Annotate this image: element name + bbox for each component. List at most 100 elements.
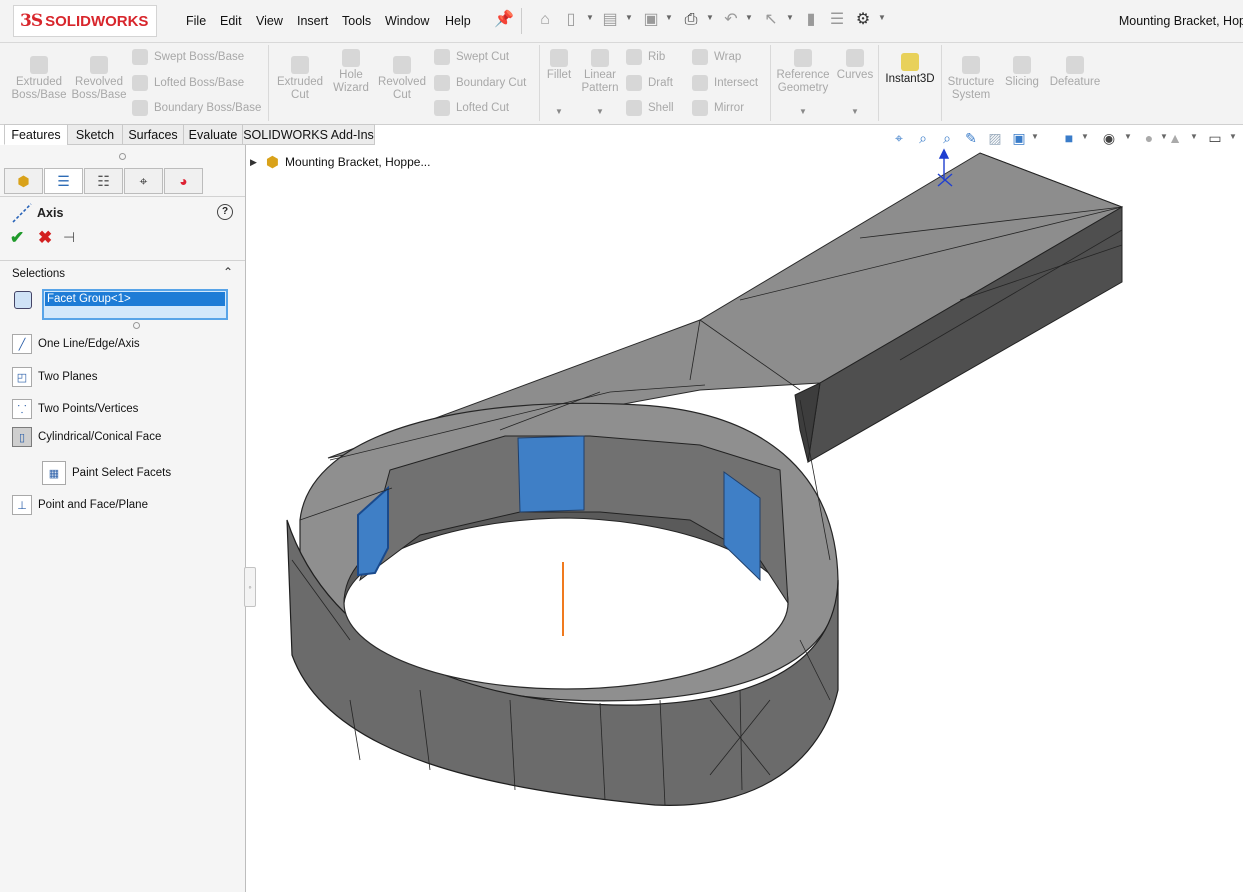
cancel-x-icon[interactable]: ✖: [38, 228, 52, 248]
panel-splitter-handle[interactable]: ◦: [244, 567, 256, 607]
selection-listbox[interactable]: Facet Group<1>: [42, 289, 228, 320]
options-gear-icon[interactable]: ⚙: [854, 11, 872, 29]
slicing-button[interactable]: Slicing: [1001, 56, 1043, 89]
save-dropdown-icon[interactable]: ▼: [665, 13, 673, 22]
expand-arrow-icon[interactable]: ▶: [250, 157, 257, 168]
option-one-line-edge-axis[interactable]: ╱ One Line/Edge/Axis: [12, 333, 140, 355]
feature-manager-tab[interactable]: ⬢: [4, 168, 43, 194]
zoom-to-fit-icon[interactable]: ⌖: [890, 129, 908, 147]
view-orientation-dropdown-icon[interactable]: ▼: [1031, 132, 1039, 141]
panel-drag-handle[interactable]: [119, 153, 126, 160]
tab-solidworks-add-ins[interactable]: SOLIDWORKS Add-Ins: [242, 124, 375, 145]
instant3d-button[interactable]: Instant3D: [882, 53, 938, 86]
lofted-boss-button[interactable]: Lofted Boss/Base: [132, 75, 244, 91]
section-view-icon[interactable]: ✎: [962, 129, 980, 147]
view-settings-dropdown-icon[interactable]: ▼: [1229, 132, 1237, 141]
option-two-planes[interactable]: ◰ Two Planes: [12, 366, 97, 388]
selection-item[interactable]: Facet Group<1>: [45, 292, 225, 306]
curves-button[interactable]: Curves: [836, 49, 874, 82]
menu-window[interactable]: Window: [385, 14, 429, 28]
keep-visible-pushpin-icon[interactable]: ⊣: [63, 229, 75, 246]
tab-features[interactable]: Features: [4, 124, 68, 145]
edit-appearance-icon[interactable]: ●: [1140, 129, 1158, 147]
draft-button[interactable]: Draft: [626, 75, 673, 91]
linear-pattern-button[interactable]: Linear Pattern: [578, 49, 622, 95]
tab-sketch[interactable]: Sketch: [67, 124, 123, 145]
configuration-manager-tab[interactable]: ☷: [84, 168, 123, 194]
display-style-dropdown-icon[interactable]: ▼: [1081, 132, 1089, 141]
reference-geometry-dropdown-icon[interactable]: ▼: [799, 107, 807, 116]
boundary-boss-button[interactable]: Boundary Boss/Base: [132, 100, 261, 116]
print-icon[interactable]: ⎙: [682, 11, 700, 29]
new-document-icon[interactable]: ▯: [562, 11, 580, 29]
mirror-button[interactable]: Mirror: [692, 100, 744, 116]
home-icon[interactable]: ⌂: [536, 11, 554, 29]
file-properties-icon[interactable]: ☰: [828, 11, 846, 29]
shell-button[interactable]: Shell: [626, 100, 674, 116]
rebuild-icon[interactable]: ▮: [802, 11, 820, 29]
pattern-dropdown-icon[interactable]: ▼: [596, 107, 604, 116]
select-dropdown-icon[interactable]: ▼: [786, 13, 794, 22]
display-style-icon[interactable]: ■: [1060, 129, 1078, 147]
revolved-boss-button[interactable]: Revolved Boss/Base: [70, 56, 128, 102]
menu-edit[interactable]: Edit: [220, 14, 242, 28]
fillet-button[interactable]: Fillet: [543, 49, 575, 82]
boundary-cut-button[interactable]: Boundary Cut: [434, 75, 526, 91]
intersect-button[interactable]: Intersect: [692, 75, 758, 91]
menu-insert[interactable]: Insert: [297, 14, 328, 28]
tab-surfaces[interactable]: Surfaces: [122, 124, 184, 145]
curves-dropdown-icon[interactable]: ▼: [851, 107, 859, 116]
ok-checkmark-icon[interactable]: ✔: [10, 228, 24, 248]
lofted-cut-button[interactable]: Lofted Cut: [434, 100, 509, 116]
listbox-resize-handle[interactable]: [133, 322, 140, 329]
graphics-viewport[interactable]: [246, 145, 1243, 892]
hole-wizard-button[interactable]: Hole Wizard: [328, 49, 374, 95]
menu-tools[interactable]: Tools: [342, 14, 371, 28]
help-icon[interactable]: ?: [217, 204, 233, 220]
rib-button[interactable]: Rib: [626, 49, 665, 65]
option-paint-select-facets[interactable]: ▦ Paint Select Facets: [42, 461, 171, 485]
hide-show-dropdown-icon[interactable]: ▼: [1124, 132, 1132, 141]
structure-system-button[interactable]: Structure System: [945, 56, 997, 102]
property-manager-tab[interactable]: ☰: [44, 168, 83, 194]
option-cylindrical-conical-face[interactable]: ▯ Cylindrical/Conical Face: [12, 426, 161, 448]
revolved-cut-button[interactable]: Revolved Cut: [376, 56, 428, 102]
view-settings-monitor-icon[interactable]: ▭: [1206, 129, 1224, 147]
collapse-chevron-icon[interactable]: ⌃: [223, 265, 233, 279]
previous-view-icon[interactable]: ⌕: [938, 129, 956, 147]
model-canvas[interactable]: [246, 145, 1243, 892]
new-dropdown-icon[interactable]: ▼: [586, 13, 594, 22]
option-point-and-face-plane[interactable]: ⊥ Point and Face/Plane: [12, 494, 148, 516]
zoom-to-area-icon[interactable]: ⌕: [914, 129, 932, 147]
reference-geometry-button[interactable]: Reference Geometry: [774, 49, 832, 95]
feature-tree-root[interactable]: ▶ ⬢ Mounting Bracket, Hoppe...: [250, 153, 430, 171]
extruded-cut-button[interactable]: Extruded Cut: [274, 56, 326, 102]
menu-help[interactable]: Help: [445, 14, 471, 28]
dimxpert-manager-tab[interactable]: ⌖: [124, 168, 163, 194]
open-dropdown-icon[interactable]: ▼: [625, 13, 633, 22]
swept-boss-button[interactable]: Swept Boss/Base: [132, 49, 244, 65]
extruded-boss-button[interactable]: Extruded Boss/Base: [8, 56, 70, 102]
defeature-button[interactable]: Defeature: [1047, 56, 1103, 89]
scene-dropdown-icon[interactable]: ▼: [1190, 132, 1198, 141]
undo-icon[interactable]: ↶: [722, 11, 740, 29]
view-orientation-icon[interactable]: ▣: [1010, 129, 1028, 147]
menu-view[interactable]: View: [256, 14, 283, 28]
wrap-button[interactable]: Wrap: [692, 49, 741, 65]
solidworks-logo[interactable]: 3S SOLIDWORKS: [13, 5, 157, 37]
pin-icon[interactable]: 📌: [494, 11, 514, 29]
hide-show-items-icon[interactable]: ◉: [1100, 129, 1118, 147]
select-arrow-icon[interactable]: ↖: [762, 11, 780, 29]
menu-file[interactable]: File: [186, 14, 206, 28]
dynamic-annotation-icon[interactable]: ▨: [986, 129, 1004, 147]
tab-evaluate[interactable]: Evaluate: [183, 124, 243, 145]
swept-cut-button[interactable]: Swept Cut: [434, 49, 509, 65]
display-manager-tab[interactable]: ◕: [164, 168, 203, 194]
open-folder-icon[interactable]: ▤: [601, 11, 619, 29]
option-two-points-vertices[interactable]: ⸪ Two Points/Vertices: [12, 398, 138, 420]
undo-dropdown-icon[interactable]: ▼: [745, 13, 753, 22]
fillet-dropdown-icon[interactable]: ▼: [555, 107, 563, 116]
print-dropdown-icon[interactable]: ▼: [706, 13, 714, 22]
apply-scene-icon[interactable]: ▲: [1166, 129, 1184, 147]
save-icon[interactable]: ▣: [642, 11, 660, 29]
